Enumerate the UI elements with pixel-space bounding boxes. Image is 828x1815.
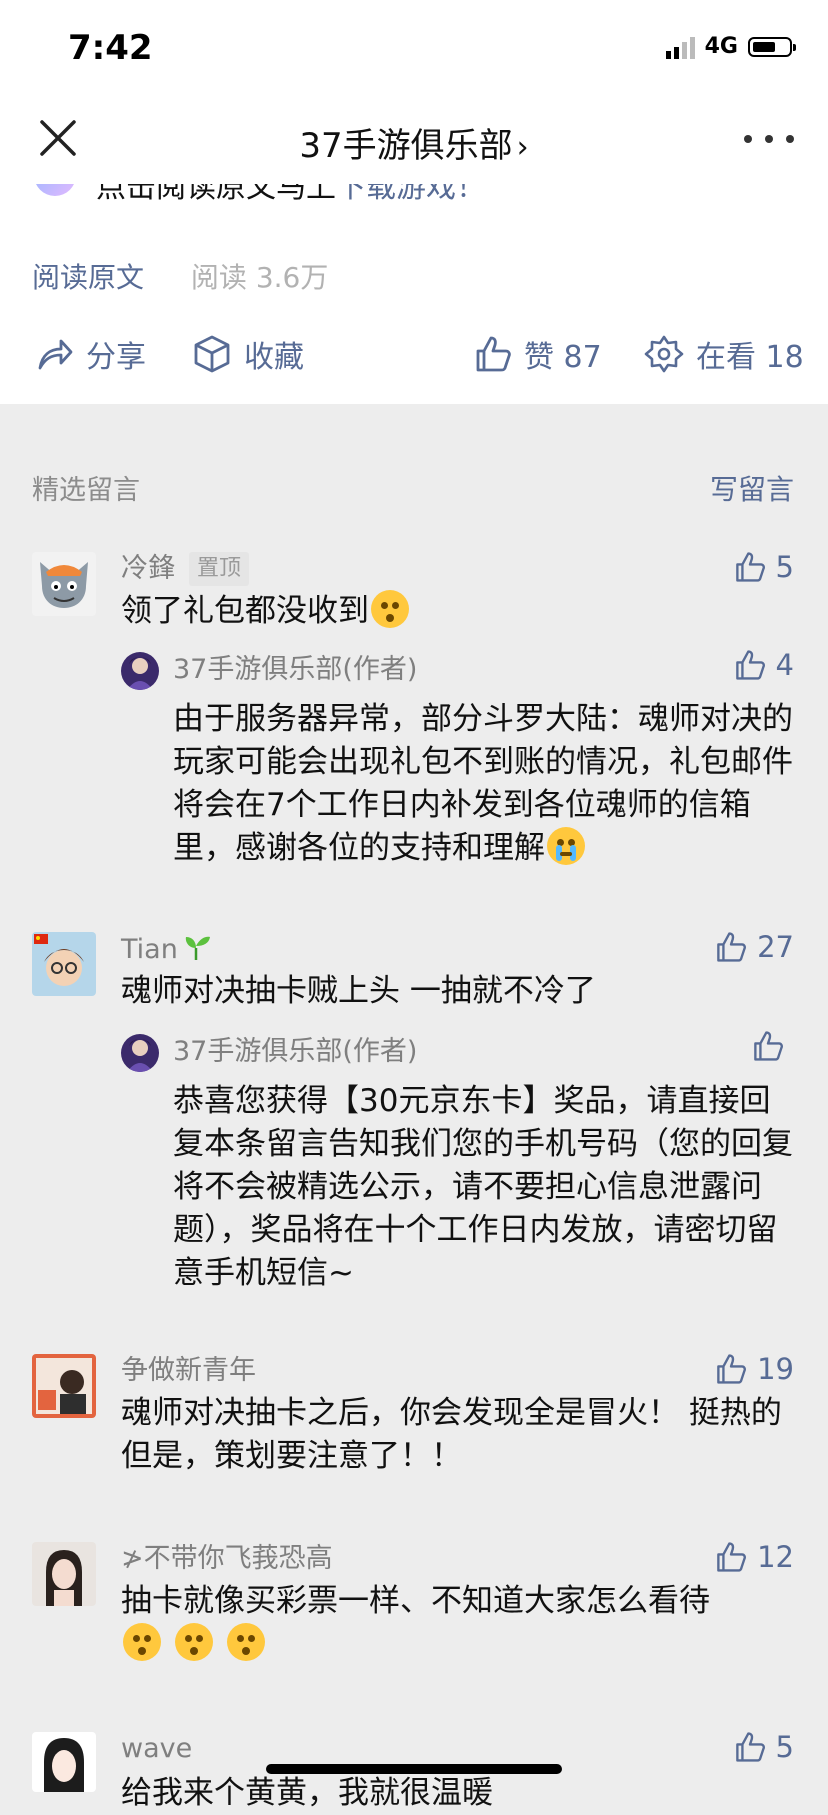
- comment-author[interactable]: ≯不带你飞莪恐高: [121, 1542, 333, 1576]
- avatar[interactable]: [32, 1732, 96, 1792]
- thumbs-up-icon: [717, 1542, 747, 1572]
- reply-like-count: 4: [775, 648, 794, 682]
- comment-like-button[interactable]: 27: [715, 930, 794, 964]
- avatar[interactable]: [32, 1542, 96, 1606]
- thumbs-up-icon: [754, 1031, 783, 1061]
- comment-author[interactable]: 争做新青年: [121, 1354, 256, 1388]
- share-icon: [38, 339, 73, 370]
- nav-bar: 37手游俱乐部 ›: [0, 96, 828, 185]
- author-avatar[interactable]: [121, 1034, 159, 1072]
- signal-icon: [665, 35, 695, 59]
- account-name: 37手游俱乐部: [299, 126, 513, 166]
- account-title[interactable]: 37手游俱乐部 ›: [0, 118, 828, 167]
- write-comment-button[interactable]: 写留言: [710, 468, 794, 508]
- like-count: 赞 87: [524, 340, 602, 375]
- thumbs-up-icon: [717, 1354, 747, 1384]
- crying-emoji-icon: [547, 827, 585, 865]
- status-indicators: 4G: [665, 34, 796, 59]
- thumbs-up-icon: [735, 1732, 765, 1762]
- comment-text: 给我来个黄黄，我就很温暖: [121, 1775, 493, 1811]
- reply-author[interactable]: 37手游俱乐部(作者): [173, 1034, 417, 1070]
- comment-like-count: 27: [757, 930, 794, 964]
- share-button[interactable]: 分享: [36, 332, 146, 376]
- favorite-button[interactable]: 收藏: [192, 332, 304, 376]
- cube-icon: [194, 335, 230, 373]
- comment-like-count: 19: [757, 1352, 794, 1386]
- thumbs-up-icon: [476, 336, 511, 372]
- pinned-badge: 置顶: [189, 552, 250, 586]
- comment-author[interactable]: 冷鋒 置顶: [121, 552, 250, 586]
- comment-like-button[interactable]: 12: [715, 1540, 794, 1574]
- flushed-emoji-icon: [123, 1623, 161, 1661]
- thumbs-up-icon: [735, 650, 765, 680]
- comment-like-button[interactable]: 19: [715, 1352, 794, 1386]
- smirk-emoji-icon: [371, 590, 409, 628]
- flushed-emoji-icon: [174, 1623, 213, 1661]
- wow-button[interactable]: 在看 18: [644, 332, 804, 376]
- chevron-right-icon: ›: [516, 130, 529, 165]
- reply-text: 由于服务器异常，部分斗罗大陆：魂师对决的玩家可能会出现礼包不到账的情况，礼包邮件…: [173, 701, 793, 866]
- avatar[interactable]: [32, 1354, 96, 1418]
- article-cut-text: 点击阅读原文马上下载游戏！: [34, 184, 486, 206]
- comment-author[interactable]: Tian: [121, 932, 212, 967]
- status-time: 7:42: [68, 28, 153, 68]
- network-type: 4G: [704, 34, 738, 59]
- comment-text: 抽卡就像买彩票一样、不知道大家怎么看待: [121, 1580, 794, 1666]
- sprout-icon: [185, 936, 210, 960]
- comments-header: 精选留言 写留言: [0, 464, 828, 514]
- reply-like-button[interactable]: [752, 1030, 794, 1062]
- comment-text: 领了礼包都没收到: [121, 590, 794, 633]
- download-link[interactable]: 下载游戏！: [336, 184, 486, 205]
- more-icon[interactable]: [744, 124, 794, 154]
- action-row: 分享 收藏 赞 87 在看 18: [0, 324, 828, 384]
- home-indicator[interactable]: [266, 1764, 562, 1774]
- comment-like-button[interactable]: 5: [734, 1730, 794, 1764]
- comment-like-button[interactable]: 5: [734, 550, 794, 584]
- thumbs-up-icon: [717, 932, 747, 962]
- battery-icon: [748, 36, 796, 57]
- flushed-emoji-icon: [226, 1623, 265, 1661]
- author-avatar[interactable]: [121, 652, 159, 690]
- status-bar: 7:42 4G: [0, 0, 828, 96]
- avatar[interactable]: [32, 552, 96, 616]
- share-label: 分享: [86, 340, 146, 375]
- article-footer: 点击阅读原文马上下载游戏！ 阅读原文 阅读 3.6万 分享 收藏 赞 87 在看…: [0, 184, 828, 404]
- like-button[interactable]: 赞 87: [474, 332, 602, 376]
- comments-title: 精选留言: [32, 475, 140, 506]
- reply-like-button[interactable]: 4: [734, 648, 794, 682]
- favorite-label: 收藏: [244, 340, 304, 375]
- comment-like-count: 5: [775, 550, 794, 584]
- wow-count: 在看 18: [696, 340, 804, 375]
- read-original-link[interactable]: 阅读原文: [32, 261, 144, 294]
- reply-text: 恭喜您获得【30元京东卡】奖品，请直接回复本条留言告知我们您的手机号码（您的回复…: [173, 1083, 793, 1291]
- comment-text: 魂师对决抽卡之后，你会发现全是冒火！ 挺热的 但是，策划要注意了！！: [121, 1395, 782, 1474]
- read-row: 阅读原文 阅读 3.6万: [32, 256, 328, 296]
- comment-text: 魂师对决抽卡贼上头 一抽就不冷了: [121, 973, 596, 1009]
- comment-like-count: 5: [775, 1730, 794, 1764]
- reply-author[interactable]: 37手游俱乐部(作者): [173, 652, 417, 688]
- comment-author[interactable]: wave: [121, 1732, 192, 1766]
- avatar[interactable]: [32, 932, 96, 996]
- read-count: 阅读 3.6万: [190, 261, 329, 294]
- wow-icon: [644, 335, 684, 373]
- comment-like-count: 12: [757, 1540, 794, 1574]
- thumbs-up-icon: [735, 552, 765, 582]
